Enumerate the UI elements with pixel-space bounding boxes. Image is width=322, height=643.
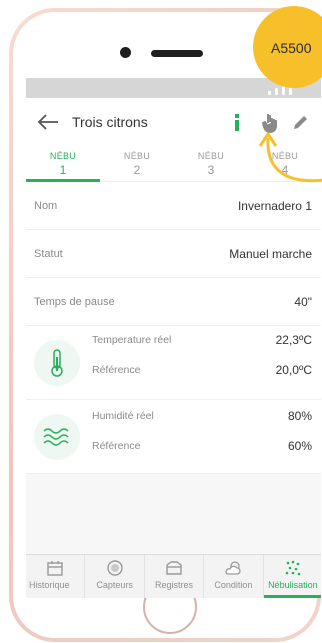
temperature-real-line: Temperature réel 22,3ºC bbox=[92, 330, 312, 350]
humidity-ref-line: Référence 60% bbox=[92, 436, 312, 456]
page-title: Trois citrons bbox=[72, 114, 148, 130]
nav-registres[interactable]: Registres bbox=[145, 555, 205, 598]
humidity-real-value: 80% bbox=[287, 409, 312, 423]
earpiece-speaker bbox=[151, 50, 203, 57]
humidity-real-line: Humidité réel 80% bbox=[92, 406, 312, 426]
calendar-icon bbox=[47, 561, 63, 576]
mist-icon bbox=[285, 560, 301, 576]
pause-label: Temps de pause bbox=[34, 295, 115, 308]
weather-icon bbox=[225, 561, 241, 575]
temperature-ref-value: 20,0ºC bbox=[275, 363, 312, 377]
nom-value: Invernadero 1 bbox=[237, 198, 312, 213]
pointer-arrow-icon bbox=[258, 132, 322, 183]
pause-value: 40" bbox=[294, 294, 312, 309]
thermometer-icon bbox=[34, 340, 80, 386]
nav-nebulisation[interactable]: Nébulisation bbox=[263, 555, 321, 598]
statut-value: Manuel marche bbox=[229, 246, 312, 261]
phone-frame: Trois citrons NÉBU 1 NÉBU 2 NÉBU 3 NÉBU … bbox=[9, 8, 321, 642]
tab-nebu-1[interactable]: NÉBU 1 bbox=[26, 148, 100, 182]
temperature-real-value: 22,3ºC bbox=[275, 333, 312, 347]
sensor-icon bbox=[106, 560, 123, 576]
temperature-real-label: Temperature réel bbox=[92, 334, 172, 346]
tab-nebu-2[interactable]: NÉBU 2 bbox=[100, 148, 174, 181]
statut-label: Statut bbox=[34, 247, 63, 260]
nom-label: Nom bbox=[34, 199, 58, 212]
humidity-waves-icon bbox=[34, 414, 80, 460]
tab-nebu-3[interactable]: NÉBU 3 bbox=[174, 148, 248, 181]
humidity-block: Humidité réel 80% Référence 60% bbox=[26, 400, 321, 474]
info-icon[interactable] bbox=[232, 112, 242, 132]
nav-capteurs[interactable]: Capteurs bbox=[85, 555, 145, 598]
pause-row: Temps de pause 40" bbox=[26, 278, 321, 326]
detail-panel: Nom Invernadero 1 Statut Manuel marche T… bbox=[26, 182, 321, 474]
temperature-ref-line: Référence 20,0ºC bbox=[92, 360, 312, 380]
model-badge-label: A5500 bbox=[271, 40, 312, 56]
statut-row: Statut Manuel marche bbox=[26, 230, 321, 278]
front-camera bbox=[120, 47, 131, 58]
folder-icon bbox=[166, 561, 182, 575]
temperature-block: Temperature réel 22,3ºC Référence 20,0ºC bbox=[26, 326, 321, 400]
humidity-real-label: Humidité réel bbox=[92, 410, 154, 422]
humidity-ref-value: 60% bbox=[287, 439, 312, 453]
nav-historique[interactable]: Historique bbox=[26, 555, 86, 598]
nav-condition[interactable]: Condition bbox=[204, 555, 264, 598]
temperature-ref-label: Référence bbox=[92, 364, 141, 376]
back-arrow-icon[interactable] bbox=[36, 112, 60, 132]
bottom-navigation: Historique Capteurs Registres Condition … bbox=[26, 554, 321, 598]
humidity-ref-label: Référence bbox=[92, 440, 141, 452]
